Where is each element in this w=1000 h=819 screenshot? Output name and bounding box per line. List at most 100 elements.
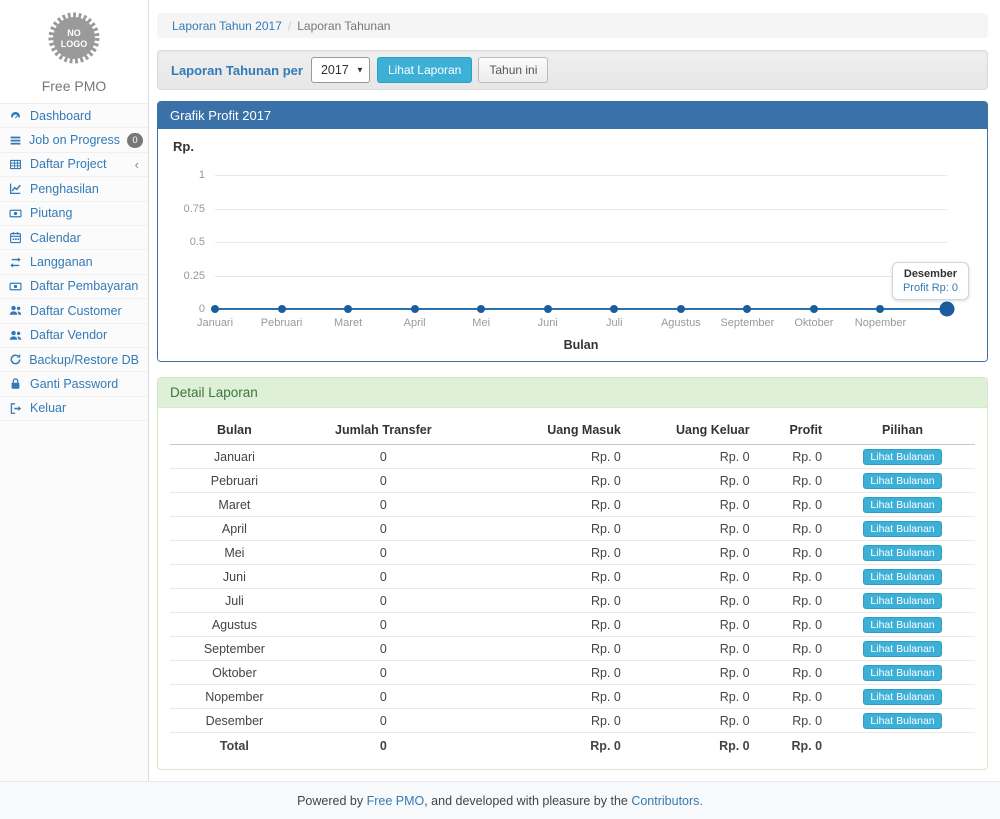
chevron-left-icon: ‹ (135, 158, 139, 171)
data-point[interactable] (940, 302, 955, 317)
cell-profit: Rp. 0 (758, 637, 830, 661)
total-jumlah-transfer: 0 (299, 733, 468, 757)
breadcrumb: Laporan Tahun 2017 / Laporan Tahunan (157, 13, 988, 38)
cell-bulan: Juli (170, 589, 299, 613)
app-name: Free PMO (0, 78, 148, 94)
sidebar-item-langganan[interactable]: Langganan (0, 250, 148, 274)
lihat-bulanan-button[interactable]: Lihat Bulanan (863, 641, 941, 657)
x-tick-label: Agustus (661, 317, 701, 329)
data-point[interactable] (411, 305, 419, 313)
sidebar-item-calendar[interactable]: Calendar (0, 226, 148, 250)
x-tick-label: September (720, 317, 774, 329)
lock-icon (9, 377, 23, 390)
data-point[interactable] (211, 305, 219, 313)
lihat-bulanan-button[interactable]: Lihat Bulanan (863, 449, 941, 465)
cell-bulan: September (170, 637, 299, 661)
sign-out-icon (9, 402, 23, 415)
lihat-bulanan-button[interactable]: Lihat Bulanan (863, 593, 941, 609)
column-header: Pilihan (830, 416, 975, 445)
sidebar-item-daftar-pembayaran[interactable]: Daftar Pembayaran (0, 275, 148, 299)
lihat-bulanan-button[interactable]: Lihat Bulanan (863, 497, 941, 513)
refresh-icon (9, 353, 22, 366)
cell-jumlah-transfer: 0 (299, 709, 468, 733)
gridline (215, 209, 947, 210)
lihat-bulanan-button[interactable]: Lihat Bulanan (863, 617, 941, 633)
free-pmo-link[interactable]: Free PMO (367, 794, 425, 808)
cell-uang-masuk: Rp. 0 (468, 613, 629, 637)
cell-uang-masuk: Rp. 0 (468, 445, 629, 469)
cell-uang-keluar: Rp. 0 (629, 709, 758, 733)
sidebar-item-daftar-customer[interactable]: Daftar Customer (0, 299, 148, 323)
lihat-bulanan-button[interactable]: Lihat Bulanan (863, 545, 941, 561)
sidebar-item-dashboard[interactable]: Dashboard (0, 104, 148, 128)
retweet-icon (9, 256, 23, 269)
cell-pilihan: Lihat Bulanan (830, 541, 975, 565)
report-table-body: Januari 0 Rp. 0 Rp. 0 Rp. 0 Lihat Bulana… (170, 445, 975, 757)
sidebar-item-daftar-vendor[interactable]: Daftar Vendor (0, 324, 148, 348)
breadcrumb-link[interactable]: Laporan Tahun 2017 (172, 19, 282, 33)
lihat-bulanan-button[interactable]: Lihat Bulanan (863, 713, 941, 729)
sidebar-item-daftar-project[interactable]: Daftar Project‹ (0, 153, 148, 177)
cell-bulan: Maret (170, 493, 299, 517)
svg-text:LOGO: LOGO (61, 39, 88, 49)
gridline (215, 175, 947, 176)
cell-pilihan: Lihat Bulanan (830, 565, 975, 589)
profit-chart-plot: Desember Profit Rp: 0 10.750.50.250Janua… (215, 157, 947, 335)
sidebar-item-piutang[interactable]: Piutang (0, 202, 148, 226)
table-row: Januari 0 Rp. 0 Rp. 0 Rp. 0 Lihat Bulana… (170, 445, 975, 469)
count-badge: 0 (127, 133, 143, 148)
table-row: Nopember 0 Rp. 0 Rp. 0 Rp. 0 Lihat Bulan… (170, 685, 975, 709)
footer-prefix: Powered by (297, 794, 366, 808)
column-header: Jumlah Transfer (299, 416, 468, 445)
cell-jumlah-transfer: 0 (299, 613, 468, 637)
cell-uang-keluar: Rp. 0 (629, 445, 758, 469)
data-point[interactable] (278, 305, 286, 313)
data-point[interactable] (677, 305, 685, 313)
total-profit: Rp. 0 (758, 733, 830, 757)
x-tick-label: Januari (197, 317, 233, 329)
cell-bulan: Desember (170, 709, 299, 733)
cell-uang-masuk: Rp. 0 (468, 493, 629, 517)
sidebar-item-label: Daftar Pembayaran (30, 279, 138, 293)
sidebar-item-job-on-progress[interactable]: Job on Progress0 (0, 128, 148, 152)
x-tick-label: Maret (334, 317, 362, 329)
y-tick-label: 0.25 (184, 270, 205, 282)
dashboard-icon (9, 109, 23, 122)
lihat-bulanan-button[interactable]: Lihat Bulanan (863, 473, 941, 489)
sidebar-item-penghasilan[interactable]: Penghasilan (0, 177, 148, 201)
x-axis-label: Bulan (173, 338, 947, 352)
cell-profit: Rp. 0 (758, 445, 830, 469)
sidebar-item-keluar[interactable]: Keluar (0, 397, 148, 421)
lihat-bulanan-button[interactable]: Lihat Bulanan (863, 521, 941, 537)
cell-profit: Rp. 0 (758, 517, 830, 541)
cell-uang-keluar: Rp. 0 (629, 685, 758, 709)
sidebar-item-ganti-password[interactable]: Ganti Password (0, 372, 148, 396)
users-icon (9, 304, 23, 317)
tahun-ini-button[interactable]: Tahun ini (478, 57, 548, 83)
data-point[interactable] (610, 305, 618, 313)
gridline (215, 276, 947, 277)
lihat-bulanan-button[interactable]: Lihat Bulanan (863, 569, 941, 585)
data-point[interactable] (743, 305, 751, 313)
chart-panel-title: Grafik Profit 2017 (158, 102, 987, 129)
contributors-link[interactable]: Contributors. (631, 794, 703, 808)
table-row: Pebruari 0 Rp. 0 Rp. 0 Rp. 0 Lihat Bulan… (170, 469, 975, 493)
lihat-laporan-button[interactable]: Lihat Laporan (377, 57, 472, 83)
money-icon (9, 280, 23, 293)
sidebar-item-backup-restore-db[interactable]: Backup/Restore DB (0, 348, 148, 372)
data-point[interactable] (544, 305, 552, 313)
data-point[interactable] (810, 305, 818, 313)
cell-profit: Rp. 0 (758, 685, 830, 709)
table-row: Mei 0 Rp. 0 Rp. 0 Rp. 0 Lihat Bulanan (170, 541, 975, 565)
money-icon (9, 207, 23, 220)
data-point[interactable] (344, 305, 352, 313)
y-axis-label: Rp. (173, 139, 947, 157)
cell-profit: Rp. 0 (758, 493, 830, 517)
lihat-bulanan-button[interactable]: Lihat Bulanan (863, 665, 941, 681)
column-header: Profit (758, 416, 830, 445)
cell-uang-keluar: Rp. 0 (629, 565, 758, 589)
lihat-bulanan-button[interactable]: Lihat Bulanan (863, 689, 941, 705)
data-point[interactable] (876, 305, 884, 313)
data-point[interactable] (477, 305, 485, 313)
year-select[interactable]: 2017 (311, 57, 370, 83)
